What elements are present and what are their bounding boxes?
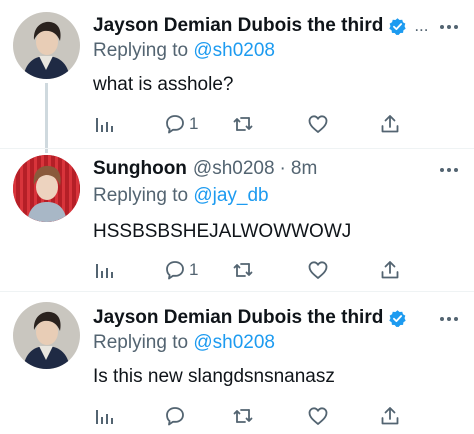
tweet-header: Sunghoon @sh0208 · 8m bbox=[93, 156, 462, 182]
share-upload-icon bbox=[381, 407, 399, 425]
share-button[interactable] bbox=[379, 404, 401, 428]
speech-bubble-icon bbox=[166, 115, 184, 134]
header-truncation: ... bbox=[414, 16, 429, 35]
bar-chart-icon bbox=[96, 118, 113, 132]
share-upload-icon bbox=[381, 261, 399, 279]
like-button[interactable] bbox=[307, 404, 329, 428]
verified-badge-icon bbox=[389, 309, 406, 327]
retweet-button[interactable] bbox=[232, 258, 254, 282]
retweet-arrows-icon bbox=[233, 263, 253, 277]
more-dots-icon[interactable] bbox=[438, 314, 460, 324]
more-dots-icon[interactable] bbox=[438, 22, 460, 32]
replying-mention-link[interactable]: @sh0208 bbox=[193, 332, 275, 353]
retweet-button[interactable] bbox=[232, 112, 254, 136]
reply-count: 1 bbox=[189, 114, 199, 133]
tweet-text: HSSBSBSHEJALWOWWOWJ bbox=[93, 221, 352, 242]
separator-dot: · bbox=[279, 158, 286, 179]
analytics-button[interactable] bbox=[94, 112, 114, 136]
tweet-header: Jayson Demian Dubois the third ... bbox=[93, 13, 462, 39]
replying-prefix: Replying to bbox=[93, 40, 189, 61]
tweet-text: what is asshole? bbox=[93, 74, 234, 95]
replying-to-line: Replying to @sh0208 bbox=[93, 331, 275, 355]
heart-icon bbox=[308, 115, 328, 133]
heart-icon bbox=[308, 407, 328, 425]
share-button[interactable] bbox=[379, 258, 401, 282]
author-name[interactable]: Sunghoon bbox=[93, 156, 187, 182]
retweet-arrows-icon bbox=[233, 409, 253, 423]
more-dots-icon[interactable] bbox=[438, 165, 460, 175]
like-button[interactable] bbox=[307, 258, 329, 282]
replying-mention-link[interactable]: @jay_db bbox=[193, 185, 268, 206]
replying-prefix: Replying to bbox=[93, 332, 189, 353]
verified-badge-icon bbox=[389, 17, 406, 35]
timestamp[interactable]: 8m bbox=[291, 156, 317, 182]
replying-prefix: Replying to bbox=[93, 185, 189, 206]
replying-to-line: Replying to @sh0208 bbox=[93, 39, 275, 63]
tweet-2[interactable]: Sunghoon @sh0208 · 8m Replying to @jay_d… bbox=[0, 149, 474, 291]
bar-chart-icon bbox=[96, 264, 113, 278]
share-button[interactable] bbox=[379, 112, 401, 136]
avatar[interactable] bbox=[13, 12, 80, 79]
replying-to-line: Replying to @jay_db bbox=[93, 184, 269, 208]
reply-button[interactable]: 1 bbox=[164, 258, 198, 282]
author-handle[interactable]: @sh0208 bbox=[193, 156, 275, 182]
speech-bubble-icon bbox=[166, 407, 184, 426]
tweet-1[interactable]: Jayson Demian Dubois the third ... Reply… bbox=[0, 0, 474, 153]
like-button[interactable] bbox=[307, 112, 329, 136]
tweet-header: Jayson Demian Dubois the third bbox=[93, 305, 462, 331]
heart-icon bbox=[308, 261, 328, 279]
retweet-button[interactable] bbox=[232, 404, 254, 428]
thread-connector-line bbox=[45, 83, 48, 153]
reply-button[interactable] bbox=[164, 404, 189, 428]
tweet-text: Is this new slangdsnsnanasz bbox=[93, 366, 335, 387]
replying-mention-link[interactable]: @sh0208 bbox=[193, 40, 275, 61]
analytics-button[interactable] bbox=[94, 404, 114, 428]
tweet-3[interactable]: Jayson Demian Dubois the third Replying … bbox=[0, 292, 474, 434]
reply-button[interactable]: 1 bbox=[164, 112, 198, 136]
author-name[interactable]: Jayson Demian Dubois the third bbox=[93, 305, 383, 331]
share-upload-icon bbox=[381, 115, 399, 133]
speech-bubble-icon bbox=[166, 261, 184, 280]
bar-chart-icon bbox=[96, 410, 113, 424]
reply-count: 1 bbox=[189, 260, 199, 279]
author-name[interactable]: Jayson Demian Dubois the third bbox=[93, 13, 383, 39]
avatar[interactable] bbox=[13, 302, 80, 369]
retweet-arrows-icon bbox=[233, 117, 253, 131]
analytics-button[interactable] bbox=[94, 258, 114, 282]
avatar[interactable] bbox=[13, 155, 80, 222]
